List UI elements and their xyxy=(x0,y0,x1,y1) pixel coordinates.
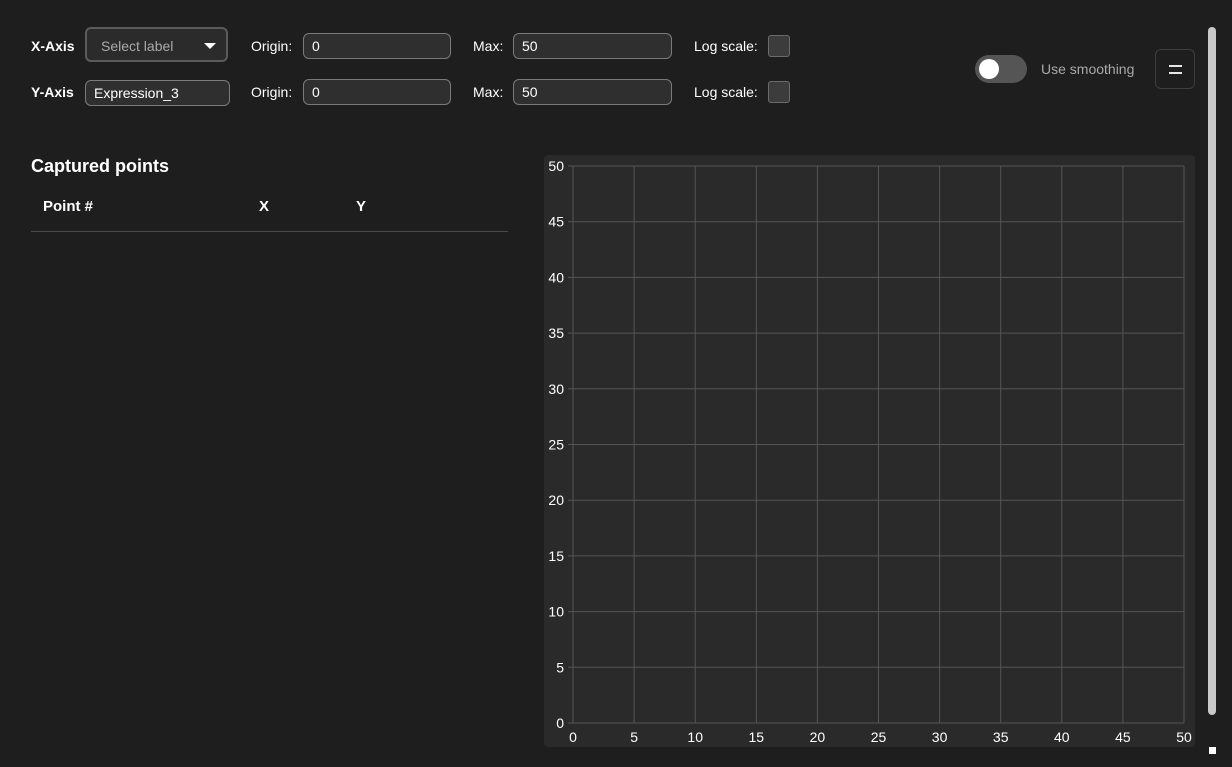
x-tick-label: 5 xyxy=(630,729,638,745)
x-log-scale-label: Log scale: xyxy=(694,38,758,54)
x-max-input[interactable] xyxy=(513,33,672,59)
chevron-down-icon xyxy=(204,43,216,49)
y-log-scale-checkbox[interactable] xyxy=(768,81,790,103)
column-header-point: Point # xyxy=(43,198,94,215)
x-tick-label: 15 xyxy=(749,729,765,745)
y-tick-label: 10 xyxy=(548,604,564,620)
x-tick-label: 45 xyxy=(1115,729,1131,745)
y-tick-label: 50 xyxy=(548,158,564,174)
column-header-x: X xyxy=(259,198,270,215)
y-max-label: Max: xyxy=(473,84,504,100)
y-origin-input[interactable] xyxy=(303,79,451,105)
smoothing-toggle[interactable] xyxy=(975,55,1027,83)
y-axis-label: Y-Axis xyxy=(31,84,74,100)
y-origin-label: Origin: xyxy=(251,84,293,100)
x-tick-label: 30 xyxy=(932,729,948,745)
y-tick-label: 30 xyxy=(548,381,564,397)
y-axis-expression-input[interactable] xyxy=(85,80,230,106)
x-tick-label: 40 xyxy=(1054,729,1070,745)
x-axis-select-placeholder: Select label xyxy=(101,38,174,54)
y-tick-label: 40 xyxy=(548,269,564,285)
x-log-scale-checkbox[interactable] xyxy=(768,35,790,57)
x-axis-label-select[interactable]: Select label xyxy=(85,27,228,62)
resize-handle[interactable] xyxy=(1209,747,1216,754)
menu-button[interactable] xyxy=(1155,49,1195,89)
x-tick-label: 35 xyxy=(993,729,1009,745)
captured-points-title: Captured points xyxy=(31,156,169,176)
x-tick-label: 25 xyxy=(871,729,887,745)
x-tick-label: 10 xyxy=(687,729,703,745)
y-tick-label: 25 xyxy=(548,437,564,453)
y-tick-label: 5 xyxy=(556,659,564,675)
y-log-scale-label: Log scale: xyxy=(694,84,758,100)
y-tick-label: 20 xyxy=(548,492,564,508)
column-header-y: Y xyxy=(356,198,367,215)
vertical-scrollbar[interactable] xyxy=(1208,27,1216,715)
x-axis-label: X-Axis xyxy=(31,38,75,54)
smoothing-label: Use smoothing xyxy=(1041,61,1135,77)
y-max-input[interactable] xyxy=(513,79,672,105)
x-origin-label: Origin: xyxy=(251,38,293,54)
y-tick-label: 0 xyxy=(556,715,564,731)
y-tick-label: 15 xyxy=(548,548,564,564)
x-max-label: Max: xyxy=(473,38,504,54)
chart[interactable]: 0 5 10 15 20 25 30 35 40 45 50 0 5 10 15 20 25 30 35 40 45 50 xyxy=(544,155,1195,747)
x-origin-input[interactable] xyxy=(303,33,451,59)
plot-area[interactable]: 0 5 10 15 20 25 30 35 40 45 50 0 5 10 15 20 25 30 35 40 45 50 xyxy=(544,155,1195,747)
toggle-knob xyxy=(979,59,999,79)
x-tick-label: 0 xyxy=(569,729,577,745)
x-tick-label: 50 xyxy=(1176,729,1192,745)
menu-icon xyxy=(1169,72,1182,74)
menu-icon xyxy=(1169,65,1182,67)
y-tick-label: 45 xyxy=(548,214,564,230)
table-divider xyxy=(31,231,508,232)
y-tick-label: 35 xyxy=(548,325,564,341)
x-tick-label: 20 xyxy=(810,729,826,745)
